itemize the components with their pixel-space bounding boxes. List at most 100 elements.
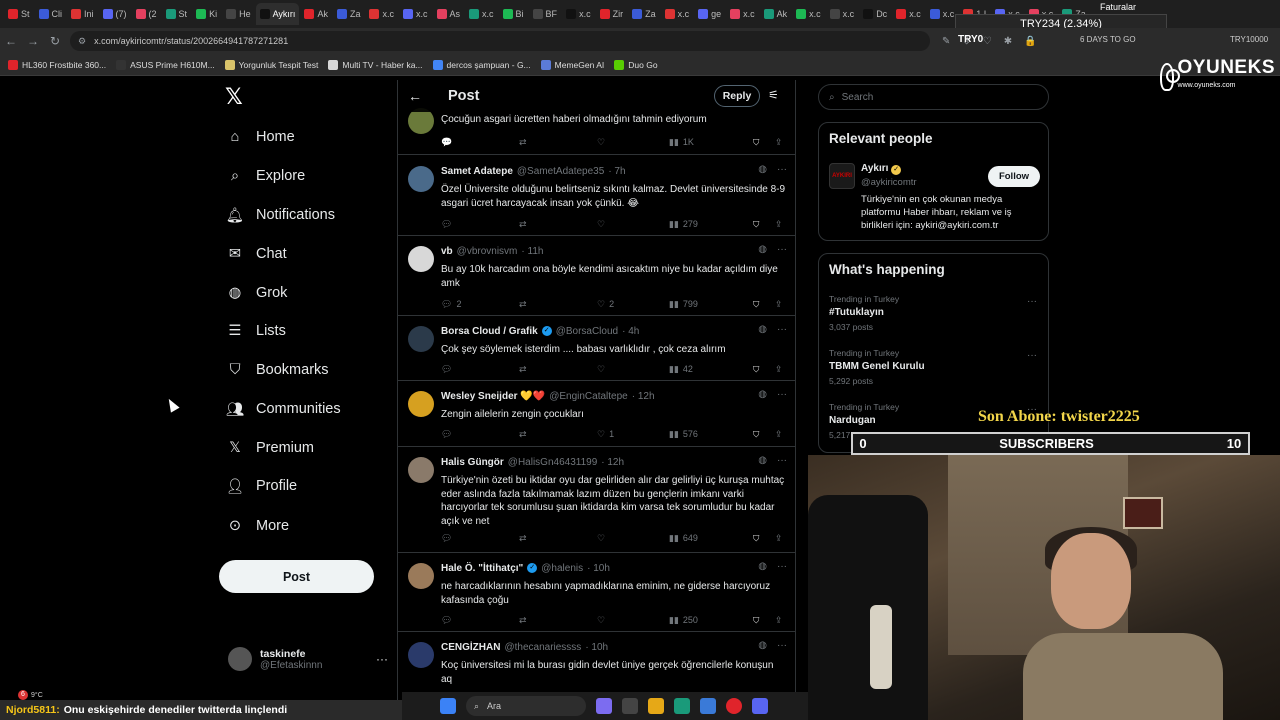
browser-tab[interactable]: Bi [499, 3, 528, 25]
views-icon[interactable]: ▮▮ 576 [669, 429, 753, 440]
tweet-time[interactable]: · 10h [585, 642, 608, 653]
bookmark-icon[interactable]: ⛉ [753, 137, 775, 148]
browser-tab[interactable]: He [222, 3, 255, 25]
browser-tab[interactable]: Zir [596, 3, 628, 25]
browser-tab[interactable]: Aykırı [255, 3, 300, 25]
more-dots-icon[interactable]: ··· [777, 455, 787, 466]
grok-icon[interactable]: ◍ [758, 455, 767, 466]
browser-tab[interactable]: x.c [826, 3, 859, 25]
author-name[interactable]: vb [441, 246, 453, 257]
sidebar-item-profile[interactable]: 👤︎ Profile [226, 474, 297, 498]
account-switcher[interactable]: taskinefe @Efetaskinnn ··· [228, 642, 388, 676]
sidebar-item-premium[interactable]: 𝕏 Premium [226, 436, 314, 460]
retweet-icon[interactable]: ⇄ [519, 533, 597, 544]
like-icon[interactable]: ♡ 1 [597, 429, 669, 440]
avatar[interactable] [408, 326, 434, 352]
sidebar-item-grok[interactable]: ◍ Grok [226, 281, 288, 305]
discord-icon[interactable] [752, 698, 768, 714]
tweet-time[interactable]: · 12h [601, 457, 624, 468]
bookmark-item[interactable]: Duo Go [614, 59, 658, 70]
bookmark-icon[interactable]: ⛉ [753, 299, 775, 310]
browser-tab[interactable]: x.c [726, 3, 759, 25]
bookmark-icon[interactable]: ⛉ [753, 615, 775, 626]
trend-name[interactable]: TBMM Genel Kurulu [829, 361, 925, 372]
browser-tab[interactable]: Ki [192, 3, 221, 25]
search-box[interactable]: ⌕ Search [818, 84, 1049, 110]
grok-icon[interactable]: ◍ [758, 244, 767, 255]
author-handle[interactable]: @vbrovnisvm [457, 246, 518, 257]
grok-icon[interactable]: ◍ [758, 561, 767, 572]
avatar[interactable] [408, 246, 434, 272]
reply-button[interactable]: Reply [714, 85, 760, 107]
share-icon[interactable]: ⇪ [775, 533, 783, 544]
browser-tab[interactable]: BF [529, 3, 562, 25]
tweet-time[interactable]: · 12h [632, 391, 655, 402]
author-handle[interactable]: @HalisGn46431199 [508, 457, 597, 468]
browser-tab[interactable]: Ak [300, 3, 332, 25]
browser-tab[interactable]: Dc [859, 3, 891, 25]
sidebar-item-lists[interactable]: ☰ Lists [226, 319, 286, 343]
reply-icon[interactable]: 💬︎ [441, 429, 519, 440]
tweet[interactable]: Halis Güngör @HalisGn46431199 · 12h ◍ ··· Tür… [398, 447, 795, 553]
more-dots-icon[interactable]: ··· [1027, 296, 1037, 307]
grok-icon[interactable]: ◍ [758, 164, 767, 175]
views-icon[interactable]: ▮▮ 799 [669, 299, 753, 310]
views-icon[interactable]: ▮▮ 42 [669, 364, 753, 375]
like-icon[interactable]: ♡ [597, 137, 669, 148]
tweet[interactable]: Borsa Cloud / Grafik ✓ @BorsaCloud · 4h ◍ ···… [398, 316, 795, 381]
reply-icon[interactable]: 💬︎ [441, 219, 519, 230]
author-handle[interactable]: @BorsaCloud [556, 326, 618, 337]
more-dots-icon[interactable]: ··· [777, 324, 787, 335]
like-icon[interactable]: ♡ [597, 364, 669, 375]
taskbar-search[interactable]: ⌕ Ara [466, 696, 586, 716]
share-icon[interactable]: ⇪ [775, 364, 783, 375]
reply-icon[interactable]: 💬︎ [441, 533, 519, 544]
browser-tab[interactable]: Cli [35, 3, 67, 25]
bookmark-item[interactable]: ASUS Prime H610M... [116, 59, 215, 70]
more-dots-icon[interactable]: ··· [777, 561, 787, 572]
author-name[interactable]: Samet Adatepe [441, 166, 513, 177]
reply-icon[interactable]: 💬︎ 2 [441, 299, 519, 310]
copilot-icon[interactable] [596, 698, 612, 714]
more-dots-icon[interactable]: ··· [777, 244, 787, 255]
tweet-time[interactable]: · 4h [622, 326, 639, 337]
author-handle[interactable]: @thecanariessss [504, 642, 581, 653]
person-name[interactable]: Aykırı ✓ [861, 163, 902, 175]
browser-tab[interactable]: (7) [99, 3, 131, 25]
views-icon[interactable]: ▮▮ 649 [669, 533, 753, 544]
store-icon[interactable] [700, 698, 716, 714]
author-handle[interactable]: @SametAdatepe35 [517, 166, 604, 177]
grok-icon[interactable]: ◍ [758, 389, 767, 400]
heart-icon[interactable]: ♡ [983, 36, 992, 47]
views-icon[interactable]: ▮▮ 250 [669, 615, 753, 626]
follow-button[interactable]: Follow [988, 166, 1040, 187]
tweet[interactable]: Wesley Sneijder 💛❤️ @EnginCataltepe · 12h ◍… [398, 381, 795, 447]
author-name[interactable]: Borsa Cloud / Grafik [441, 326, 538, 337]
sidebar-item-communities[interactable]: 👥︎ Communities [226, 397, 341, 421]
browser-tab[interactable]: x.c [792, 3, 825, 25]
task-view-icon[interactable] [622, 698, 638, 714]
bookmark-icon[interactable]: ⛉ [753, 219, 775, 230]
grok-icon[interactable]: ◍ [758, 324, 767, 335]
retweet-icon[interactable]: ⇄ [519, 364, 597, 375]
edit-icon[interactable]: ✎ [942, 36, 950, 47]
retweet-icon[interactable]: ⇄ [519, 615, 597, 626]
share-icon[interactable]: ⇪ [775, 429, 783, 440]
sidebar-item-home[interactable]: ⌂ Home [226, 125, 295, 149]
browser-tab[interactable]: As [433, 3, 465, 25]
avatar[interactable] [408, 457, 434, 483]
browser-tab[interactable]: x.c [399, 3, 432, 25]
share-icon[interactable]: ⇪ [775, 219, 783, 230]
windows-start-icon[interactable] [440, 698, 456, 714]
more-dots-icon[interactable]: ··· [777, 640, 787, 651]
tweet[interactable]: vb @vbrovnisvm · 11h ◍ ··· Bu ay 10k harcadım… [398, 236, 795, 316]
like-icon[interactable]: ♡ 2 [597, 299, 669, 310]
tweet[interactable]: Samet Adatepe @SametAdatepe35 · 7h ◍ ··· Özel… [398, 156, 795, 236]
bookmark-item[interactable]: dercos şampuan - G... [432, 59, 531, 70]
post-button[interactable]: Post [219, 560, 374, 593]
edge-icon[interactable] [674, 698, 690, 714]
extensions-icon[interactable]: ✱ [1004, 36, 1012, 47]
sidebar-item-chat[interactable]: ✉ Chat [226, 242, 287, 266]
grok-icon[interactable]: ◍ [758, 640, 767, 651]
more-dots-icon[interactable]: ··· [376, 652, 388, 666]
